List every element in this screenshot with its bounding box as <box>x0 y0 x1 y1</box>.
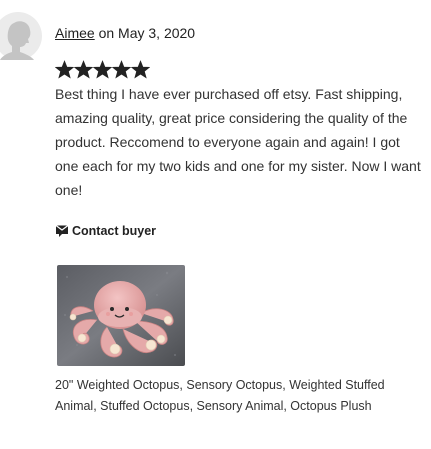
default-avatar-icon <box>0 12 42 60</box>
review-header: Aimee on May 3, 2020 <box>55 25 195 41</box>
octopus-plush-photo <box>57 265 185 366</box>
contact-buyer-label: Contact buyer <box>72 224 157 238</box>
star-icon <box>55 60 74 79</box>
contact-buyer-link[interactable]: Contact buyer <box>55 224 156 238</box>
message-icon <box>55 225 69 237</box>
reviewer-avatar[interactable] <box>0 12 42 60</box>
star-icon <box>112 60 131 79</box>
review-text: Best thing I have ever purchased off ets… <box>55 86 421 198</box>
star-icon <box>131 60 150 79</box>
star-icon <box>74 60 93 79</box>
review-date: on May 3, 2020 <box>94 25 196 41</box>
product-title-link[interactable]: 20" Weighted Octopus, Sensory Octopus, W… <box>55 375 425 417</box>
star-icon <box>93 60 112 79</box>
reviewer-name-link[interactable]: Aimee <box>55 25 95 41</box>
star-rating <box>55 60 150 79</box>
product-image[interactable] <box>57 265 185 366</box>
